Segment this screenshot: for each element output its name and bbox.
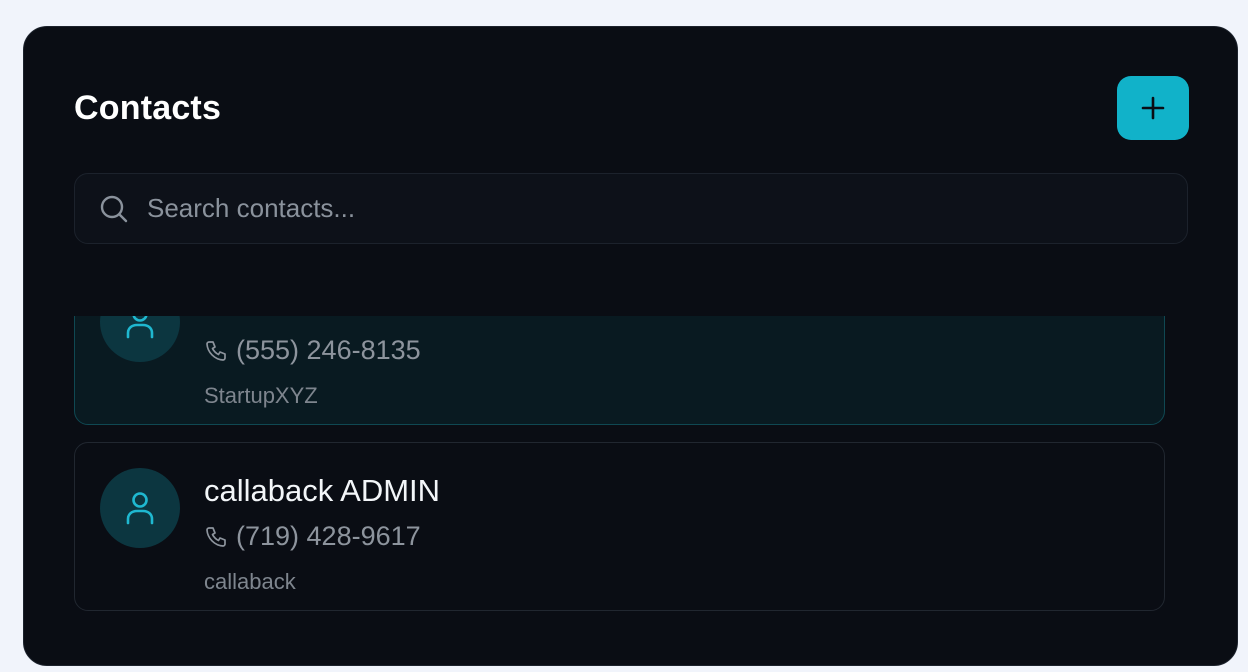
contact-name: callaback ADMIN xyxy=(204,473,441,508)
search-input[interactable] xyxy=(147,174,1167,243)
contact-card-startupxyz[interactable]: (555) 246-8135 StartupXYZ xyxy=(74,316,1165,425)
user-icon xyxy=(126,316,154,339)
plus-icon xyxy=(1141,96,1165,120)
phone-icon xyxy=(206,526,226,547)
contact-card-callaback[interactable]: callaback ADMIN (719) 428-9617 callaback xyxy=(74,442,1165,611)
contacts-panel: Contacts (555) 246-8135 xyxy=(23,26,1238,666)
contact-company: callaback xyxy=(204,569,296,594)
contact-phone: (555) 246-8135 xyxy=(236,335,421,365)
search-box[interactable] xyxy=(74,173,1188,244)
contact-phone: (719) 428-9617 xyxy=(236,521,421,551)
add-contact-button[interactable] xyxy=(1117,76,1189,140)
avatar xyxy=(100,468,180,548)
phone-icon xyxy=(206,340,226,361)
avatar xyxy=(100,316,180,362)
contact-phone-row: (719) 428-9617 xyxy=(204,521,421,552)
contact-list[interactable]: (555) 246-8135 StartupXYZ callaback ADMI… xyxy=(24,316,1237,665)
page-title: Contacts xyxy=(74,89,222,127)
contact-phone-row: (555) 246-8135 xyxy=(204,335,421,366)
search-icon xyxy=(100,195,128,223)
user-icon xyxy=(126,492,154,525)
contact-company: StartupXYZ xyxy=(204,383,318,408)
